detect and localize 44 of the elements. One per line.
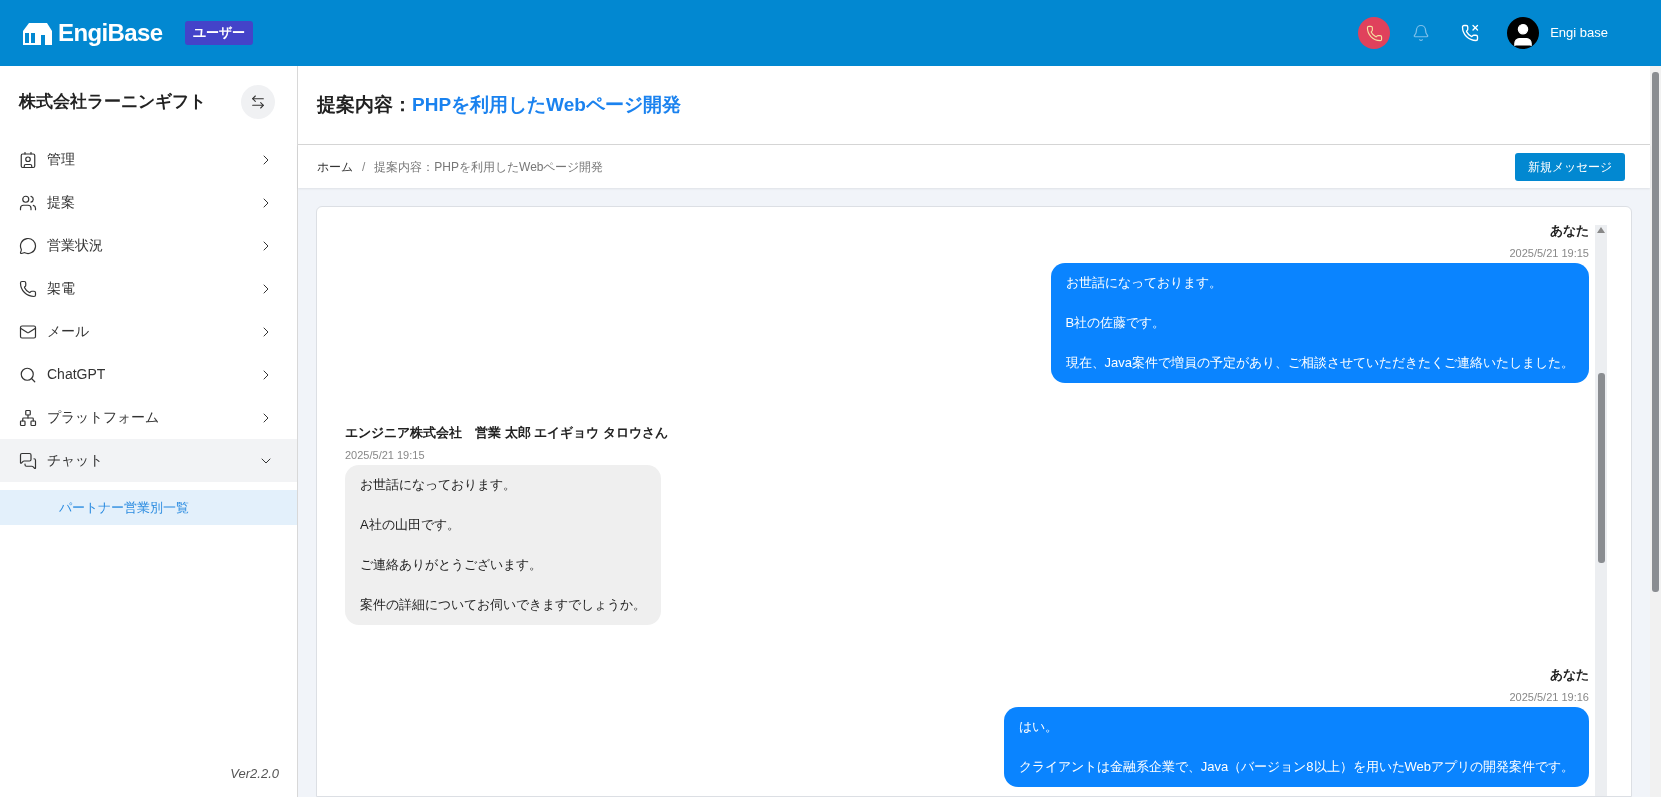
sidebar-item[interactable]: チャット xyxy=(0,439,297,482)
search-icon xyxy=(19,365,37,384)
phone-icon xyxy=(19,279,37,298)
message-text: 現在、Java案件で増員の予定があり、ご相談させていただきたくご連絡いたしました。 xyxy=(1065,354,1574,372)
new-message-button[interactable]: 新規メッセージ xyxy=(1515,152,1625,181)
breadcrumb-link[interactable]: ホーム xyxy=(317,157,353,176)
message-text: クライアントは金融系企業で、Java（バージョン8以上）を用いたWebアプリの開発案件です。 xyxy=(1018,758,1574,776)
app-logo-text: EngiBase xyxy=(58,18,163,48)
phone-x-icon[interactable] xyxy=(1461,24,1480,42)
swap-arrows-button[interactable] xyxy=(241,85,275,119)
sender-name: あなた xyxy=(1550,222,1589,240)
mail-icon xyxy=(19,322,37,341)
message-text: お世話になっております。 xyxy=(360,476,517,494)
network-icon xyxy=(19,408,37,427)
message-time: 2025/5/21 19:15 xyxy=(1509,245,1589,261)
chat-scrollbar[interactable] xyxy=(1595,225,1607,796)
chat-bubble-icon xyxy=(19,236,37,255)
user-avatar[interactable] xyxy=(1507,17,1540,49)
message-text: お世話になっております。 xyxy=(1065,274,1223,292)
sender-name: エンジニア株式会社 営業 太郎 エイギョウ タロウさん xyxy=(345,424,668,442)
sender-name: あなた xyxy=(1550,666,1589,684)
breadcrumb-current: 提案内容：PHPを利用したWebページ開発 xyxy=(374,158,604,176)
swap-arrows-icon xyxy=(250,94,266,110)
page-title-value: PHPを利用したWebページ開発 xyxy=(412,92,681,117)
page-title-label: 提案内容： xyxy=(317,92,412,117)
page-scrollbar[interactable] xyxy=(1650,66,1661,797)
message-text: はい。 xyxy=(1018,718,1059,736)
building-logo-icon xyxy=(21,21,53,45)
message-time: 2025/5/21 19:15 xyxy=(345,447,425,463)
message-text: ご連絡ありがとうございます。 xyxy=(360,556,543,574)
message-text: A社の山田です。 xyxy=(360,516,461,534)
breadcrumb-separator: / xyxy=(362,158,366,176)
role-badge: ユーザー xyxy=(184,21,253,45)
user-name[interactable]: Engi base xyxy=(1550,23,1608,43)
message-text: B社の佐藤です。 xyxy=(1065,314,1167,332)
phone-call-button[interactable] xyxy=(1358,17,1391,49)
message-time: 2025/5/21 19:16 xyxy=(1509,689,1589,705)
contact-icon xyxy=(19,150,37,169)
phone-icon xyxy=(1365,24,1383,42)
company-name: 株式会社ラーニンギフト xyxy=(19,91,207,114)
chat-icon xyxy=(19,451,37,470)
people-icon xyxy=(19,193,37,212)
message-text: 案件の詳細についてお伺いできますでしょうか。 xyxy=(360,596,646,614)
version-label: Ver2.2.0 xyxy=(230,764,279,783)
